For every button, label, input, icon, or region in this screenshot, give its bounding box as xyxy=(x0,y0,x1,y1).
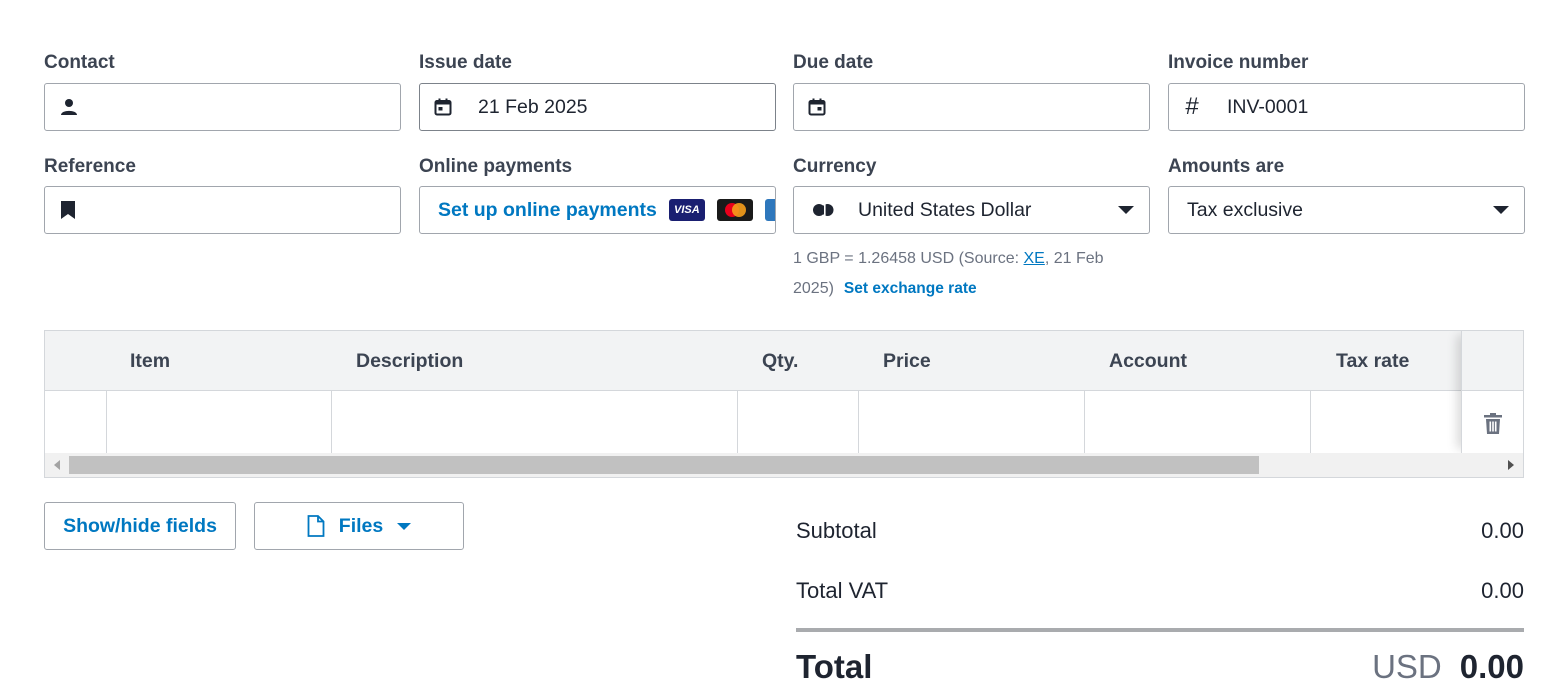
currency-value: United States Dollar xyxy=(858,198,1032,221)
row-actions-header xyxy=(1462,331,1523,391)
issue-date-value: 21 Feb 2025 xyxy=(478,95,588,118)
files-button[interactable]: Files xyxy=(254,502,464,550)
column-header-account: Account xyxy=(1109,350,1187,372)
currency-label: Currency xyxy=(793,156,877,177)
chevron-down-icon xyxy=(1118,206,1134,214)
calendar-icon xyxy=(794,98,840,116)
reference-label: Reference xyxy=(44,156,136,177)
horizontal-scrollbar[interactable] xyxy=(45,453,1523,477)
due-date-field: Due date xyxy=(793,52,1150,131)
issue-date-field: Issue date 21 Feb 2025 xyxy=(419,52,776,131)
invoice-number-field: Invoice number # INV-0001 xyxy=(1168,52,1525,131)
hash-icon: # xyxy=(1185,93,1199,120)
scroll-right-icon[interactable] xyxy=(1508,460,1514,470)
contact-input[interactable] xyxy=(44,83,401,131)
visa-card-icon: VISA xyxy=(668,199,705,221)
subtotal-label: Subtotal xyxy=(796,518,877,543)
currency-dots-icon xyxy=(794,203,854,217)
column-header-item: Item xyxy=(130,350,171,372)
total-vat-label: Total VAT xyxy=(796,578,889,603)
currency-select[interactable]: United States Dollar xyxy=(793,186,1150,234)
contact-label: Contact xyxy=(44,52,115,73)
column-header-price: Price xyxy=(883,350,931,372)
setup-online-payments-link[interactable]: Set up online payments xyxy=(438,199,657,222)
online-payments-label: Online payments xyxy=(419,156,573,177)
trash-icon[interactable] xyxy=(1484,413,1502,440)
amex-card-icon xyxy=(764,199,775,221)
show-hide-fields-button[interactable]: Show/hide fields xyxy=(44,502,236,550)
total-vat-value: 0.00 xyxy=(1481,578,1524,603)
column-header-description: Description xyxy=(356,350,464,372)
calendar-icon xyxy=(420,98,466,116)
total-value: 0.00 xyxy=(1459,648,1524,685)
amounts-are-select[interactable]: Tax exclusive xyxy=(1168,186,1525,234)
set-exchange-rate-link[interactable]: Set exchange rate xyxy=(844,280,977,297)
exchange-rate-prefix: 1 GBP = 1.26458 USD (Source: xyxy=(793,250,1024,267)
total-currency: USD xyxy=(1372,648,1442,685)
currency-field: Currency United States Dollar xyxy=(793,156,1150,234)
issue-date-label: Issue date xyxy=(419,52,512,73)
invoice-number-value: INV-0001 xyxy=(1227,95,1309,118)
price-cell[interactable] xyxy=(859,391,1085,453)
file-icon xyxy=(307,515,325,537)
reference-input[interactable] xyxy=(44,186,401,234)
column-header-tax-rate: Tax rate xyxy=(1336,350,1410,372)
drag-handle-cell[interactable] xyxy=(45,391,107,453)
due-date-label: Due date xyxy=(793,52,874,73)
xe-source-link[interactable]: XE xyxy=(1024,250,1045,267)
person-icon xyxy=(45,98,93,116)
online-payments-field: Online payments Set up online payments V… xyxy=(419,156,776,234)
line-items-table: Item Description Qty. Price Account Tax … xyxy=(44,330,1524,478)
row-actions-column xyxy=(1461,331,1523,453)
total-amount: USD 0.00 xyxy=(1372,648,1524,686)
totals-divider xyxy=(796,628,1524,632)
table-row xyxy=(45,391,1523,453)
chevron-down-icon xyxy=(1493,206,1509,214)
amounts-are-field: Amounts are Tax exclusive xyxy=(1168,156,1525,234)
bookmark-icon xyxy=(45,200,91,220)
chevron-down-icon xyxy=(397,522,412,530)
exchange-rate-info: 1 GBP = 1.26458 USD (Source: XE, 21 Feb … xyxy=(793,244,1133,304)
scrollbar-thumb[interactable] xyxy=(69,456,1259,474)
show-hide-fields-label: Show/hide fields xyxy=(63,514,217,537)
invoice-number-input[interactable]: # INV-0001 xyxy=(1168,83,1525,131)
scroll-left-icon[interactable] xyxy=(54,460,60,470)
tax-rate-cell[interactable] xyxy=(1311,391,1471,453)
due-date-input[interactable] xyxy=(793,83,1150,131)
account-cell[interactable] xyxy=(1085,391,1311,453)
invoice-number-label: Invoice number xyxy=(1168,52,1309,73)
column-header-qty: Qty. xyxy=(762,350,799,372)
mastercard-icon xyxy=(716,199,753,221)
description-cell[interactable] xyxy=(332,391,738,453)
total-label: Total xyxy=(796,648,873,685)
amounts-are-label: Amounts are xyxy=(1168,156,1285,177)
qty-cell[interactable] xyxy=(738,391,859,453)
files-label: Files xyxy=(338,514,384,537)
online-payments-box: Set up online payments VISA xyxy=(419,186,776,234)
item-cell[interactable] xyxy=(107,391,332,453)
reference-field: Reference xyxy=(44,156,401,234)
subtotal-value: 0.00 xyxy=(1481,518,1524,543)
contact-field: Contact xyxy=(44,52,401,131)
table-header: Item Description Qty. Price Account Tax … xyxy=(45,331,1523,391)
amounts-are-value: Tax exclusive xyxy=(1187,198,1303,221)
issue-date-input[interactable]: 21 Feb 2025 xyxy=(419,83,776,131)
